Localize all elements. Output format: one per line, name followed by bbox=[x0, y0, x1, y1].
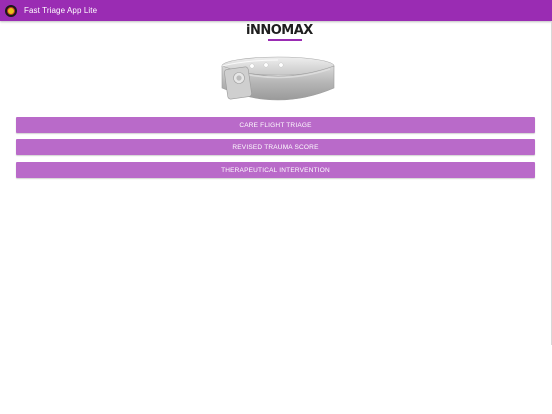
app-logo-icon bbox=[5, 4, 17, 17]
care-flight-triage-label: CARE FLIGHT TRIAGE bbox=[239, 121, 312, 129]
revised-trauma-score-button[interactable]: REVISED TRAUMA SCORE bbox=[16, 139, 535, 155]
therapeutical-intervention-button[interactable]: THERAPEUTICAL INTERVENTION bbox=[16, 162, 535, 178]
brand-logo: iNNOMAX bbox=[246, 23, 313, 42]
app-window: Fast Triage App Lite iNNOMAX CARE FLIGHT… bbox=[0, 0, 552, 414]
care-flight-triage-button[interactable]: CARE FLIGHT TRIAGE bbox=[16, 117, 535, 133]
therapeutical-intervention-label: THERAPEUTICAL INTERVENTION bbox=[221, 166, 330, 174]
revised-trauma-score-label: REVISED TRAUMA SCORE bbox=[232, 143, 319, 151]
title-bar: Fast Triage App Lite bbox=[0, 0, 552, 21]
app-title: Fast Triage App Lite bbox=[24, 6, 98, 15]
brand-logo-underline bbox=[268, 39, 302, 41]
brand-logo-text: iNNOMAX bbox=[246, 23, 313, 38]
wristband-image bbox=[221, 56, 335, 101]
